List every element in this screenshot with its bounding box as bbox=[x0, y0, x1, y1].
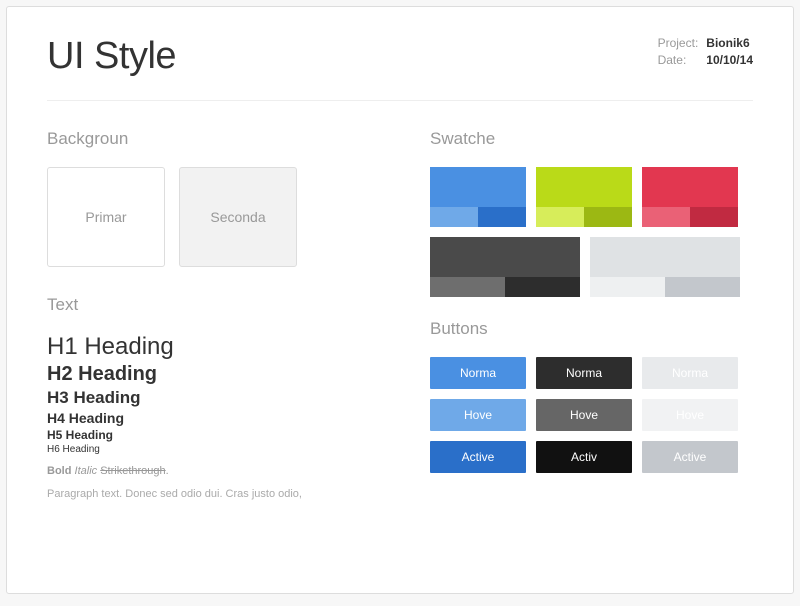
heading-h4: H4 Heading bbox=[47, 410, 370, 426]
button-dark-hover[interactable]: Hove bbox=[536, 399, 632, 431]
text-section: Text H1 Heading H2 Heading H3 Heading H4… bbox=[47, 295, 370, 502]
text-period: . bbox=[166, 465, 169, 477]
header: UI Style Project: Bionik6 Date: 10/10/14 bbox=[47, 35, 753, 101]
section-title-text: Text bbox=[47, 295, 370, 315]
text-italic: Italic bbox=[75, 465, 98, 477]
meta-project-value: Bionik6 bbox=[706, 35, 753, 52]
swatch-grey bbox=[590, 237, 740, 297]
text-style-sample: Bold Italic Strikethrough. bbox=[47, 465, 370, 477]
swatch-red bbox=[642, 167, 738, 227]
swatch-dark bbox=[430, 237, 580, 297]
page-title: UI Style bbox=[47, 35, 176, 78]
button-row-normal: Norma Norma Norma bbox=[430, 357, 753, 389]
meta-date-label: Date: bbox=[658, 52, 699, 69]
heading-h5: H5 Heading bbox=[47, 428, 370, 442]
background-primary-label: Primar bbox=[85, 209, 126, 225]
meta-date-value: 10/10/14 bbox=[706, 52, 753, 69]
section-title-buttons: Buttons bbox=[430, 319, 753, 339]
text-bold: Bold bbox=[47, 465, 71, 477]
heading-h2: H2 Heading bbox=[47, 363, 370, 386]
section-title-backgrounds: Backgroun bbox=[47, 129, 370, 149]
heading-h3: H3 Heading bbox=[47, 388, 370, 408]
button-row-hover: Hove Hove Hove bbox=[430, 399, 753, 431]
content-grid: Backgroun Primar Seconda Text H1 Heading… bbox=[47, 129, 753, 502]
button-light-normal[interactable]: Norma bbox=[642, 357, 738, 389]
buttons-section: Buttons Norma Norma Norma Hove Hove Hove… bbox=[430, 319, 753, 473]
project-meta: Project: Bionik6 Date: 10/10/14 bbox=[658, 35, 753, 69]
swatch-row-2 bbox=[430, 237, 753, 297]
style-guide-page: UI Style Project: Bionik6 Date: 10/10/14… bbox=[6, 6, 794, 594]
text-strike: Strikethrough bbox=[100, 465, 165, 477]
background-primary-swatch: Primar bbox=[47, 167, 165, 267]
button-primary-active[interactable]: Active bbox=[430, 441, 526, 473]
section-title-swatches: Swatche bbox=[430, 129, 753, 149]
swatch-blue bbox=[430, 167, 526, 227]
button-light-active[interactable]: Active bbox=[642, 441, 738, 473]
swatches-section: Swatche bbox=[430, 129, 753, 297]
swatch-green bbox=[536, 167, 632, 227]
heading-h1: H1 Heading bbox=[47, 333, 370, 361]
background-secondary-swatch: Seconda bbox=[179, 167, 297, 267]
backgrounds-section: Backgroun Primar Seconda bbox=[47, 129, 370, 267]
meta-project-label: Project: bbox=[658, 35, 699, 52]
button-light-hover[interactable]: Hove bbox=[642, 399, 738, 431]
background-secondary-label: Seconda bbox=[210, 209, 265, 225]
heading-h6: H6 Heading bbox=[47, 444, 370, 455]
left-column: Backgroun Primar Seconda Text H1 Heading… bbox=[47, 129, 370, 502]
background-row: Primar Seconda bbox=[47, 167, 370, 267]
swatch-row-1 bbox=[430, 167, 753, 227]
button-dark-active[interactable]: Activ bbox=[536, 441, 632, 473]
paragraph-sample: Paragraph text. Donec sed odio dui. Cras… bbox=[47, 487, 370, 502]
button-row-active: Active Activ Active bbox=[430, 441, 753, 473]
button-primary-normal[interactable]: Norma bbox=[430, 357, 526, 389]
button-primary-hover[interactable]: Hove bbox=[430, 399, 526, 431]
button-dark-normal[interactable]: Norma bbox=[536, 357, 632, 389]
right-column: Swatche bbox=[430, 129, 753, 502]
